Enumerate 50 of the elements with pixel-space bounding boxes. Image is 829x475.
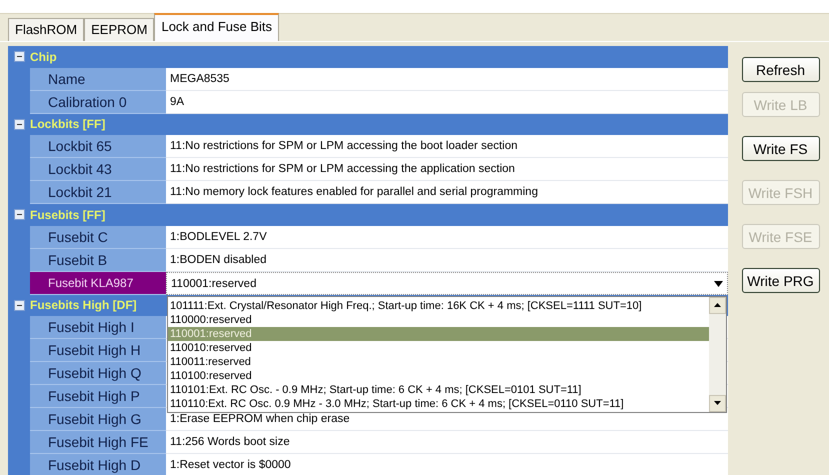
- property-label[interactable]: Name: [30, 68, 166, 90]
- write-button[interactable]: Write FS: [742, 136, 820, 161]
- property-label[interactable]: Lockbit 43: [30, 158, 166, 181]
- section-title: Chip: [30, 50, 57, 64]
- dropdown-option[interactable]: 110110:Ext. RC Osc. 0.9 MHz - 3.0 MHz; Start-up time: 6 CK + 4 ms; [CKSEL=0110 SUT=11]: [168, 396, 709, 410]
- dropdown-option[interactable]: 110010:reserved: [168, 340, 709, 354]
- scroll-up-icon[interactable]: [709, 296, 726, 314]
- write-button[interactable]: Write PRG: [742, 268, 820, 293]
- dropdown-option[interactable]: 110011:reserved: [168, 354, 709, 368]
- property-value: 1:BODEN disabled: [166, 248, 728, 272]
- property-value: 11:No restrictions for SPM or LPM accessing the application section: [166, 158, 728, 181]
- property-value: 9A: [166, 90, 728, 114]
- property-label[interactable]: Fusebit C: [30, 226, 166, 248]
- section-title: Fusebits High [DF]: [30, 298, 137, 312]
- section-title: Fusebits [FF]: [30, 208, 106, 222]
- property-label[interactable]: Fusebit B: [30, 248, 166, 272]
- collapse-icon[interactable]: [14, 118, 24, 130]
- property-label[interactable]: Fusebit High G: [30, 408, 166, 431]
- property-label[interactable]: Fusebit High P: [30, 385, 166, 408]
- property-value: 11:No restrictions for SPM or LPM accessing the boot loader section: [166, 135, 728, 158]
- tab[interactable]: Lock and Fuse Bits: [154, 13, 280, 41]
- property-label[interactable]: Fusebit High Q: [30, 362, 166, 385]
- write-button[interactable]: Refresh: [742, 57, 820, 82]
- property-label[interactable]: Fusebit High H: [30, 339, 166, 362]
- property-label[interactable]: Fusebit High I: [30, 316, 166, 339]
- property-label[interactable]: Calibration 0: [30, 90, 166, 114]
- dropdown-option[interactable]: 110101:Ext. RC Osc. - 0.9 MHz; Start-up time: 6 CK + 4 ms; [CKSEL=0101 SUT=11]: [168, 382, 709, 396]
- collapse-icon[interactable]: [14, 51, 24, 62]
- collapse-icon[interactable]: [14, 300, 24, 311]
- property-label[interactable]: Fusebit High D: [30, 454, 166, 475]
- scrollbar[interactable]: [709, 296, 726, 412]
- dropdown-option[interactable]: 101111:Ext. Crystal/Resonator High Freq.; Start-up time: 16K CK + 4 ms; [CKSEL=1111 SUT=10]: [168, 298, 709, 312]
- tab[interactable]: FlashROM: [8, 18, 84, 41]
- property-value: 11:256 Words boot size: [166, 431, 728, 454]
- property-label[interactable]: Fusebit KLA987: [30, 272, 166, 294]
- property-value: 11:No memory lock features enabled for parallel and serial programming: [166, 181, 728, 204]
- dropdown-option[interactable]: 110100:reserved: [168, 368, 709, 382]
- dropdown-option[interactable]: 110000:reserved: [168, 312, 709, 326]
- property-label[interactable]: Fusebit High FE: [30, 431, 166, 454]
- property-label[interactable]: Lockbit 65: [30, 135, 166, 158]
- dropdown-arrow-icon[interactable]: [714, 280, 723, 286]
- section-title: Lockbits [FF]: [30, 117, 106, 132]
- scroll-down-icon[interactable]: [709, 394, 726, 412]
- property-value: 1:BODLEVEL 2.7V: [166, 226, 728, 248]
- dropdown-list[interactable]: [167, 296, 727, 412]
- tab[interactable]: EEPROM: [84, 18, 154, 41]
- collapse-icon[interactable]: [14, 209, 24, 220]
- property-value: MEGA8535: [166, 68, 728, 90]
- property-label[interactable]: Lockbit 21: [30, 181, 166, 204]
- property-value: 1:Reset vector is $0000: [166, 454, 728, 475]
